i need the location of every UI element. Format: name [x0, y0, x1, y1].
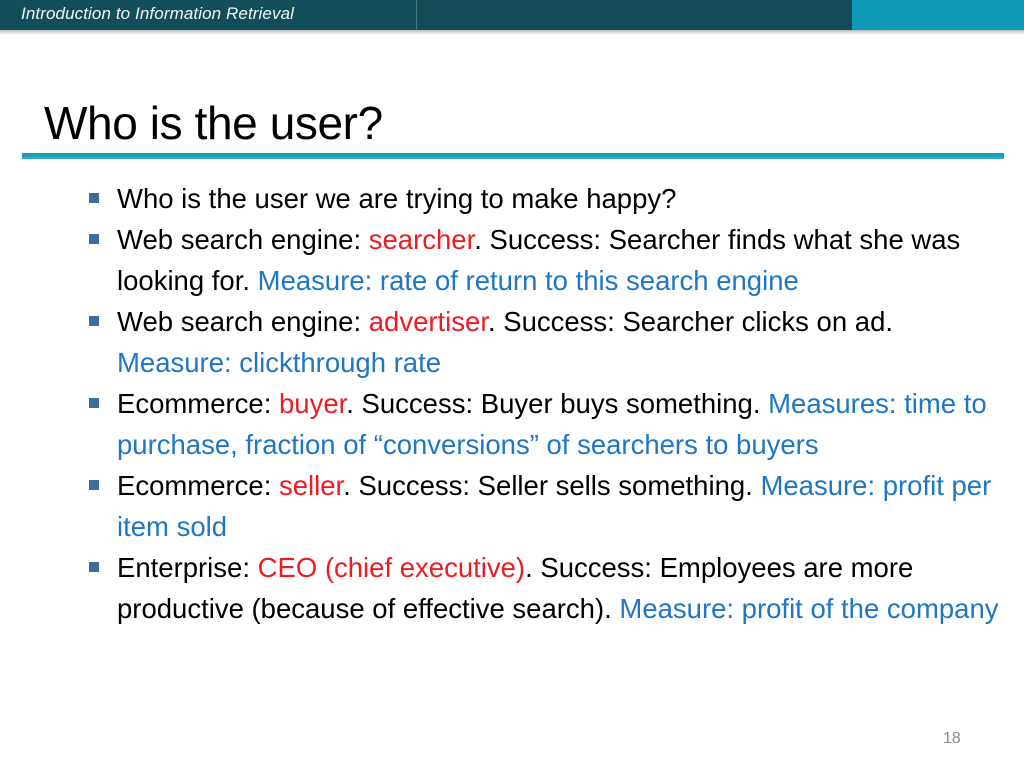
list-item: Ecommerce: seller. Success: Seller sells…	[88, 465, 1000, 547]
title-underline-rule	[22, 153, 1004, 159]
bullet-text-segment: Measure: rate of return to this search e…	[257, 265, 799, 296]
banner-title: Introduction to Information Retrieval	[21, 4, 295, 23]
page-number: 18	[943, 730, 961, 747]
bullet-text-segment: advertiser	[368, 306, 488, 337]
bullet-text-segment: . Success: Seller sells something.	[343, 470, 761, 501]
list-item: Web search engine: advertiser. Success: …	[88, 301, 1000, 383]
bullet-square-icon	[89, 316, 99, 326]
banner-mid-panel	[417, 0, 852, 30]
bullet-square-icon	[89, 398, 99, 408]
bullet-square-icon	[89, 562, 99, 572]
bullet-text-segment: buyer	[278, 388, 347, 419]
list-item: Enterprise: CEO (chief executive). Succe…	[88, 547, 1000, 629]
bullet-text-segment: seller	[278, 470, 344, 501]
bullet-square-icon	[89, 234, 99, 244]
bullet-text-segment: Ecommerce:	[117, 388, 279, 419]
bullet-text-segment: Enterprise:	[117, 552, 258, 583]
bullet-list: Who is the user we are trying to make ha…	[88, 178, 1000, 629]
bullet-text-segment: Web search engine:	[117, 306, 369, 337]
bullet-text-segment: . Success: Searcher clicks on ad.	[487, 306, 894, 337]
bullet-text-segment: searcher	[368, 224, 475, 255]
bullet-text-segment: Web search engine:	[117, 224, 369, 255]
banner-shadow	[0, 30, 1024, 35]
banner-accent-panel	[852, 0, 1024, 30]
bullet-text-segment: . Success: Buyer buys something.	[346, 388, 769, 419]
list-item: Ecommerce: buyer. Success: Buyer buys so…	[88, 383, 1000, 465]
bullet-text-segment: Ecommerce:	[117, 470, 279, 501]
page-title: Who is the user?	[44, 97, 383, 149]
bullet-text-segment: Measure: clickthrough rate	[117, 347, 442, 378]
list-item: Web search engine: searcher. Success: Se…	[88, 219, 1000, 301]
bullet-square-icon	[89, 480, 99, 490]
bullet-text-segment: Who is the user we are trying to make ha…	[117, 183, 677, 214]
bullet-square-icon	[89, 193, 99, 203]
bullet-text-segment: CEO (chief executive)	[257, 552, 526, 583]
list-item: Who is the user we are trying to make ha…	[88, 178, 1000, 219]
bullet-text-segment: Measure: profit of the company	[619, 593, 999, 624]
top-banner: Introduction to Information Retrieval	[0, 0, 1024, 30]
